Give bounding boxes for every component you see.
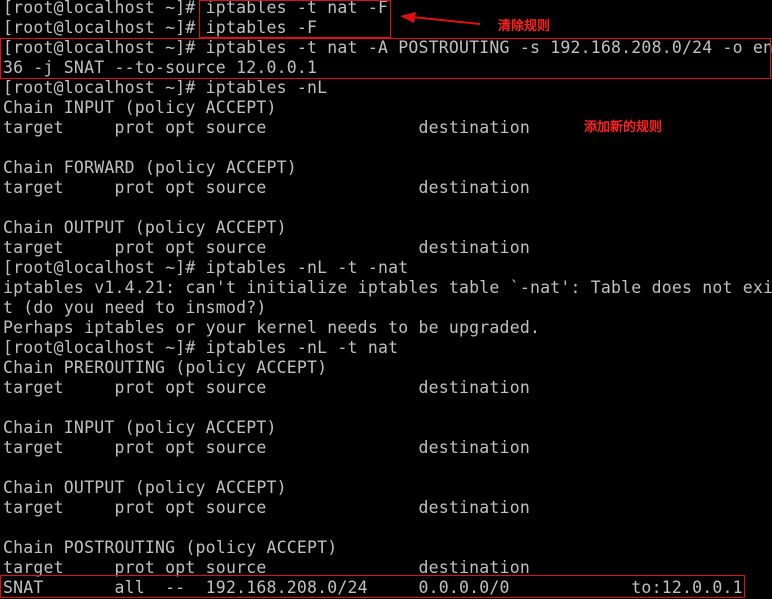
terminal-line: [root@localhost ~]# iptables -nL — [3, 78, 328, 97]
terminal-line: SNAT all -- 192.168.208.0/24 0.0.0.0/0 t… — [3, 578, 743, 597]
terminal-line: target prot opt source destination — [3, 438, 530, 457]
terminal-line: target prot opt source destination — [3, 378, 530, 397]
terminal-line: Chain INPUT (policy ACCEPT) — [3, 418, 277, 437]
terminal-line: Chain POSTROUTING (policy ACCEPT) — [3, 538, 338, 557]
terminal-line: Chain PREROUTING (policy ACCEPT) — [3, 358, 328, 377]
terminal-line: target prot opt source destination — [3, 558, 530, 577]
terminal-line: target prot opt source destination — [3, 238, 530, 257]
annotation-add-new-rules: 添加新的规则 — [584, 120, 663, 135]
terminal-line: [root@localhost ~]# iptables -t nat -A P… — [3, 38, 772, 57]
arrow-left-icon — [400, 12, 481, 25]
terminal-line: [root@localhost ~]# iptables -nL -t -nat — [3, 258, 409, 277]
terminal-line: [root@localhost ~]# iptables -t nat -F — [3, 0, 389, 17]
terminal-line: Chain OUTPUT (policy ACCEPT) — [3, 218, 287, 237]
terminal-line: Perhaps iptables or your kernel needs to… — [3, 318, 541, 337]
terminal-line: iptables v1.4.21: can't initialize iptab… — [3, 278, 772, 297]
terminal-line: Chain INPUT (policy ACCEPT) — [3, 98, 277, 117]
annotation-clear-rules: 清除规则 — [498, 19, 551, 34]
terminal-line: t (do you need to insmod?) — [3, 298, 267, 317]
terminal-line: [root@localhost ~]# iptables -nL -t nat — [3, 338, 399, 357]
terminal-window[interactable]: [root@localhost ~]# iptables -t nat -F [… — [0, 0, 772, 599]
terminal-line: 36 -j SNAT --to-source 12.0.0.1 — [3, 58, 318, 77]
terminal-line: [root@localhost ~]# iptables -F — [3, 18, 318, 37]
terminal-line: target prot opt source destination — [3, 118, 530, 137]
terminal-line: target prot opt source destination — [3, 178, 530, 197]
terminal-line: Chain FORWARD (policy ACCEPT) — [3, 158, 297, 177]
terminal-line: Chain OUTPUT (policy ACCEPT) — [3, 478, 287, 497]
terminal-line: target prot opt source destination — [3, 498, 530, 517]
